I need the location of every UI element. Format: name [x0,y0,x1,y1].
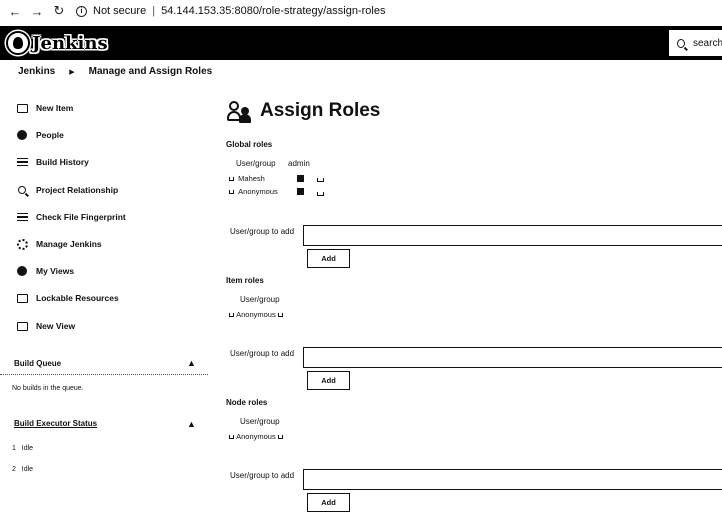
user-group-to-add-input[interactable] [303,347,722,368]
fingerprint-icon [16,211,28,223]
address-bar[interactable]: i Not secure | 54.144.153.35:8080/role-s… [76,5,385,17]
sidebar-item-label: New Item [36,103,74,113]
executor-row: 2 Idle [12,466,33,473]
table-row: Anonymous [229,310,283,319]
url-text[interactable]: 54.144.153.35:8080/role-strategy/assign-… [161,5,385,17]
sidebar-item-manage-jenkins[interactable]: Manage Jenkins [16,238,102,250]
sidebar-item-label: Lockable Resources [36,293,119,303]
delete-icon[interactable] [229,312,234,317]
user-group-to-add-label: User/group to add [230,227,295,236]
user-group-to-add-label: User/group to add [230,349,295,358]
gear-icon [16,238,28,250]
executor-number: 1 [12,445,16,452]
sidebar-item-label: Manage Jenkins [36,239,102,249]
sidebar-item-label: My Views [36,266,75,276]
pane-divider [0,374,208,375]
back-arrow-icon[interactable]: ← [4,0,26,22]
add-button[interactable]: Add [307,371,350,390]
sidebar-item-people[interactable]: People [16,129,64,141]
build-executor-status-title[interactable]: Build Executor Status [14,419,97,428]
role-checkbox[interactable] [297,188,304,195]
build-history-icon [16,156,28,168]
collapse-chevron-icon[interactable]: ▲ [187,419,196,429]
row-user-name: Anonymous [236,310,276,319]
page-title: Assign Roles [226,98,380,124]
sidebar-item-label: New View [36,321,76,331]
sidebar-item-label: Project Relationship [36,185,119,195]
user-group-to-add-label: User/group to add [230,471,295,480]
global-roles-label: Global roles [226,140,273,149]
info-icon[interactable]: i [76,5,87,17]
role-checkbox[interactable] [297,175,304,182]
column-header-user-group: User/group [240,417,280,426]
sidebar-item-check-file-fingerprint[interactable]: Check File Fingerprint [16,211,126,223]
node-roles-label: Node roles [226,398,268,407]
build-queue-empty: No builds in the queue. [12,385,84,392]
reload-icon[interactable]: ↻ [48,0,70,22]
delete-row-icon[interactable] [277,312,283,317]
breadcrumb: Jenkins ▶ Manage and Assign Roles [18,66,212,77]
executor-number: 2 [12,466,16,473]
people-icon [16,129,28,141]
collapse-chevron-icon[interactable]: ▲ [187,358,196,368]
user-group-to-add-input[interactable] [303,469,722,490]
table-row: Anonymous [229,187,278,196]
chevron-right-icon: ▶ [69,68,75,76]
add-button[interactable]: Add [307,249,350,268]
search-input[interactable]: search [693,38,722,49]
executor-row: 1 Idle [12,445,33,452]
sidebar-item-label: Check File Fingerprint [36,212,126,222]
row-user-name: Anonymous [236,432,276,441]
delete-icon[interactable] [229,176,234,181]
sidebar-item-label: People [36,130,64,140]
table-row: Anonymous [229,432,283,441]
browser-toolbar: ← → ↻ i Not secure | 54.144.153.35:8080/… [0,0,722,22]
column-header-user-group: User/group [236,159,276,168]
jenkins-wordmark: Jenkins [32,32,108,54]
delete-icon[interactable] [229,434,234,439]
build-queue-title[interactable]: Build Queue [14,359,61,368]
delete-row-icon[interactable] [317,192,324,196]
sidebar-item-label: Build History [36,157,89,167]
row-user-name: Anonymous [238,187,278,196]
search-icon [677,38,685,48]
column-header-user-group: User/group [240,295,280,304]
jenkins-butler-icon [6,31,30,55]
executor-status: Idle [21,445,34,452]
add-button[interactable]: Add [307,493,350,512]
sidebar-item-lockable-resources[interactable]: Lockable Resources [16,292,119,304]
url-separator: | [152,5,156,17]
delete-row-icon[interactable] [277,434,283,439]
assign-roles-icon [226,98,254,124]
folder-icon [16,320,28,332]
forward-arrow-icon[interactable]: → [26,0,48,22]
search-icon [16,184,28,196]
search-box[interactable]: search [668,29,722,57]
security-label: Not secure [93,5,147,17]
column-header-admin: admin [288,159,310,168]
user-group-to-add-input[interactable] [303,225,722,246]
executor-status: Idle [21,466,34,473]
jenkins-logo[interactable]: Jenkins [6,31,108,55]
sidebar-item-new-view[interactable]: New View [16,320,75,332]
breadcrumb-jenkins[interactable]: Jenkins [18,66,55,77]
user-icon [16,265,28,277]
delete-row-icon[interactable] [317,178,324,182]
lock-icon [16,292,28,304]
breadcrumb-manage-assign-roles[interactable]: Manage and Assign Roles [89,66,213,77]
sidebar-item-build-history[interactable]: Build History [16,156,89,168]
sidebar-item-project-relationship[interactable]: Project Relationship [16,184,118,196]
item-roles-label: Item roles [226,276,264,285]
table-row: Mahesh [229,174,265,183]
page-title-text: Assign Roles [260,100,381,121]
row-user-name: Mahesh [238,174,265,183]
new-item-icon [16,102,28,114]
sidebar-item-my-views[interactable]: My Views [16,265,74,277]
delete-icon[interactable] [229,189,234,194]
sidebar-item-new-item[interactable]: New Item [16,102,73,114]
jenkins-header: Jenkins search [0,26,722,60]
